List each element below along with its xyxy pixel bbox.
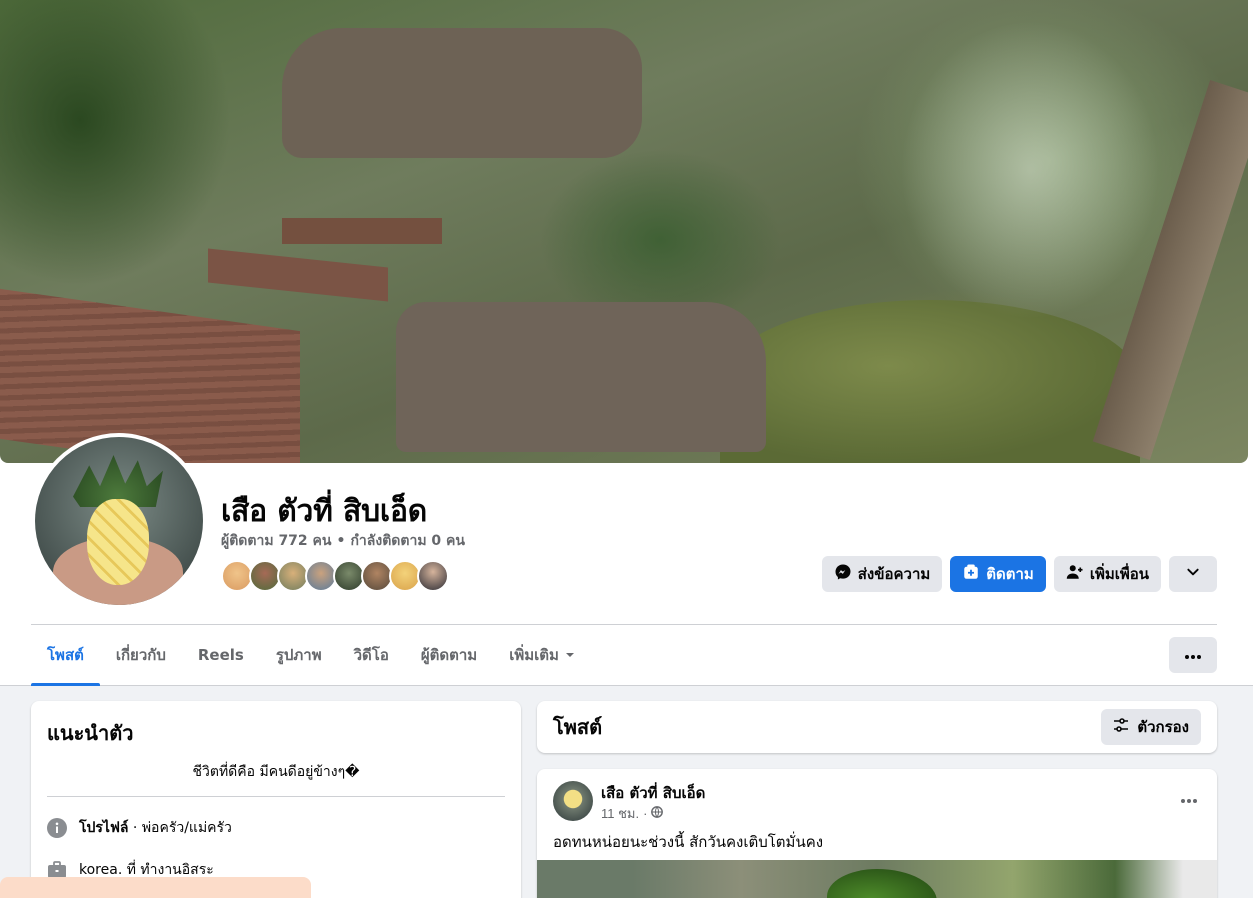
tab-posts[interactable]: โพสต์ [31, 625, 100, 686]
ellipsis-icon [1181, 787, 1197, 807]
post-card: เสือ ตัวที่ สิบเอ็ด 11 ชม. · อดทนหน่อยนะ… [537, 769, 1217, 898]
tabs-more-button[interactable] [1169, 637, 1217, 673]
follow-stats: ผู้ติดตาม 772 คน • กำลังติดตาม 0 คน [221, 533, 465, 549]
intro-profile-row: โปรไฟล์ · พ่อครัว/แม่ครัว [47, 817, 505, 839]
post-text: อดทนหน่อยนะช่วงนี้ สักวันคงเติบโตมั่นคง [553, 833, 824, 851]
cover-photo[interactable] [0, 0, 1248, 463]
follower-avatar[interactable] [417, 560, 449, 592]
add-friend-icon [1066, 563, 1084, 585]
profile-tabs: โพสต์ เกี่ยวกับ Reels รูปภาพ วิดีโอ ผู้ต… [31, 625, 591, 686]
tab-videos[interactable]: วิดีโอ [338, 625, 405, 685]
followers-count[interactable]: ผู้ติดตาม 772 คน [221, 533, 331, 549]
posts-title: โพสต์ [553, 715, 603, 739]
caret-down-icon [565, 646, 575, 664]
post-author-name[interactable]: เสือ ตัวที่ สิบเอ็ด [601, 781, 705, 805]
post-author-avatar[interactable] [553, 781, 593, 821]
tab-followers[interactable]: ผู้ติดตาม [405, 625, 493, 685]
globe-icon [651, 806, 664, 821]
posts-header-card: โพสต์ ตัวกรอง [537, 701, 1217, 753]
message-button[interactable]: ส่งข้อความ [821, 556, 943, 592]
profile-header: เสือ ตัวที่ สิบเอ็ด ผู้ติดตาม 772 คน • กำล… [0, 0, 1253, 686]
follower-avatars [221, 560, 449, 592]
follow-icon [962, 563, 980, 585]
add-friend-button[interactable]: เพิ่มเพื่อน [1053, 556, 1161, 592]
tab-reels[interactable]: Reels [182, 625, 260, 685]
info-icon [47, 818, 67, 838]
tab-more[interactable]: เพิ่มเติม [493, 625, 591, 685]
tab-about[interactable]: เกี่ยวกับ [100, 625, 182, 685]
messenger-icon [834, 563, 852, 585]
tab-photos[interactable]: รูปภาพ [260, 625, 338, 685]
post-time[interactable]: 11 ชม. [601, 803, 639, 824]
following-count[interactable]: กำลังติดตาม 0 คน [350, 533, 465, 549]
profile-name: เสือ ตัวที่ สิบเอ็ด [221, 494, 428, 529]
profile-type-label: โปรไฟล์ [79, 820, 129, 836]
notification-bar[interactable] [0, 877, 311, 898]
sliders-icon [1113, 717, 1129, 737]
post-options-button[interactable] [1181, 787, 1197, 808]
filter-button[interactable]: ตัวกรอง [1101, 709, 1201, 745]
more-actions-button[interactable] [1169, 556, 1217, 592]
intro-title: แนะนำตัว [47, 721, 134, 745]
profile-actions: ส่งข้อความ ติดตาม เพิ่มเพื่อน [821, 556, 1217, 592]
follow-button[interactable]: ติดตาม [950, 556, 1046, 592]
chevron-down-icon [1186, 565, 1200, 583]
post-meta: 11 ชม. · [601, 803, 664, 824]
intro-bio: ชีวิตที่ดีคือ มีคนดีอยู่ข้างๆ� [192, 764, 360, 780]
profile-avatar[interactable] [35, 437, 203, 605]
intro-card: แนะนำตัว ชีวิตที่ดีคือ มีคนดีอยู่ข้างๆ� … [31, 701, 521, 898]
ellipsis-icon [1185, 646, 1201, 664]
profile-type-value: · พ่อครัว/แม่ครัว [128, 820, 232, 836]
